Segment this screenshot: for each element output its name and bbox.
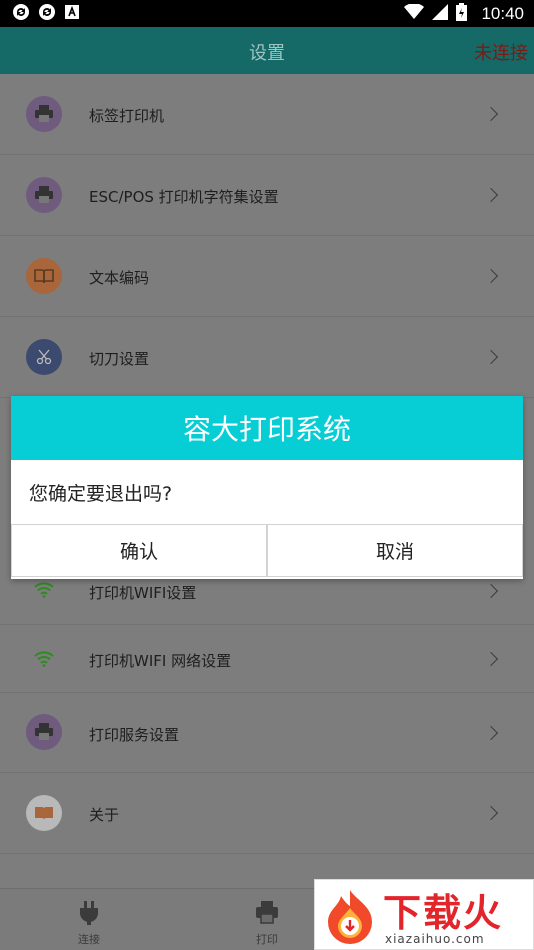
chevron-right-icon [483, 106, 499, 122]
chevron-right-icon [483, 187, 499, 203]
settings-item-label: 文本编码 [89, 269, 150, 287]
connection-status[interactable]: 未连接 [474, 39, 528, 65]
tab-connect[interactable]: 连接 [59, 899, 119, 947]
confirm-button[interactable]: 确认 [11, 524, 267, 577]
exit-dialog: 容大打印系统 您确定要退出吗? 确认 取消 [11, 396, 523, 579]
settings-item-label: ESC/POS 打印机字符集设置 [89, 188, 279, 206]
settings-item-text-encoding[interactable]: 文本编码 [0, 236, 534, 317]
tab-print-label: 打印 [256, 933, 278, 946]
chevron-right-icon [483, 349, 499, 365]
settings-item-label-printer[interactable]: 标签打印机 [0, 74, 534, 155]
status-bar: 10:40 [0, 0, 534, 27]
settings-item-print-service[interactable]: 打印服务设置 [0, 693, 534, 773]
settings-item-label: 打印服务设置 [89, 726, 180, 744]
printer-icon [26, 96, 62, 132]
sync-icon [12, 3, 30, 25]
plug-icon [76, 901, 102, 929]
settings-item-cutter[interactable]: 切刀设置 [0, 317, 534, 398]
settings-item-label: 打印机WIFI设置 [89, 584, 197, 602]
dialog-title: 容大打印系统 [11, 396, 523, 460]
signal-icon [432, 3, 449, 24]
settings-item-label: 关于 [89, 806, 120, 824]
sync-icon [38, 3, 56, 25]
tab-print[interactable]: 打印 [237, 899, 297, 947]
dialog-message: 您确定要退出吗? [29, 483, 173, 505]
settings-item-label: 切刀设置 [89, 350, 150, 368]
cancel-button[interactable]: 取消 [267, 524, 523, 577]
chevron-right-icon [483, 651, 499, 667]
chevron-right-icon [483, 805, 499, 821]
notification-a-icon [64, 4, 80, 24]
chevron-right-icon [483, 725, 499, 741]
scissors-icon [26, 339, 62, 375]
status-time: 10:40 [481, 3, 524, 23]
chevron-right-icon [483, 583, 499, 599]
watermark-domain: xiazaihuo.com [385, 932, 485, 946]
wifi-icon [404, 2, 425, 24]
printer-icon [254, 901, 280, 929]
settings-item-printer-wifi-network[interactable]: 打印机WIFI 网络设置 [0, 625, 534, 693]
wifi-icon [34, 582, 54, 602]
tab-connect-label: 连接 [78, 933, 100, 946]
watermark-brand: 下载火 [383, 891, 504, 935]
page-title: 设置 [249, 43, 285, 64]
settings-item-label: 打印机WIFI 网络设置 [89, 652, 232, 670]
wifi-icon [34, 651, 54, 671]
printer-icon [26, 177, 62, 213]
printer-icon [26, 714, 62, 750]
battery-icon [456, 2, 468, 25]
watermark-logo: 下载火 xiazaihuo.com [314, 879, 534, 950]
settings-item-label: 标签打印机 [89, 107, 165, 125]
settings-item-charset[interactable]: ESC/POS 打印机字符集设置 [0, 155, 534, 236]
app-bar: 设置 未连接 [0, 27, 534, 74]
book-icon [26, 795, 62, 831]
settings-item-about[interactable]: 关于 [0, 773, 534, 854]
chevron-right-icon [483, 268, 499, 284]
book-icon [26, 258, 62, 294]
flame-icon [321, 886, 379, 948]
